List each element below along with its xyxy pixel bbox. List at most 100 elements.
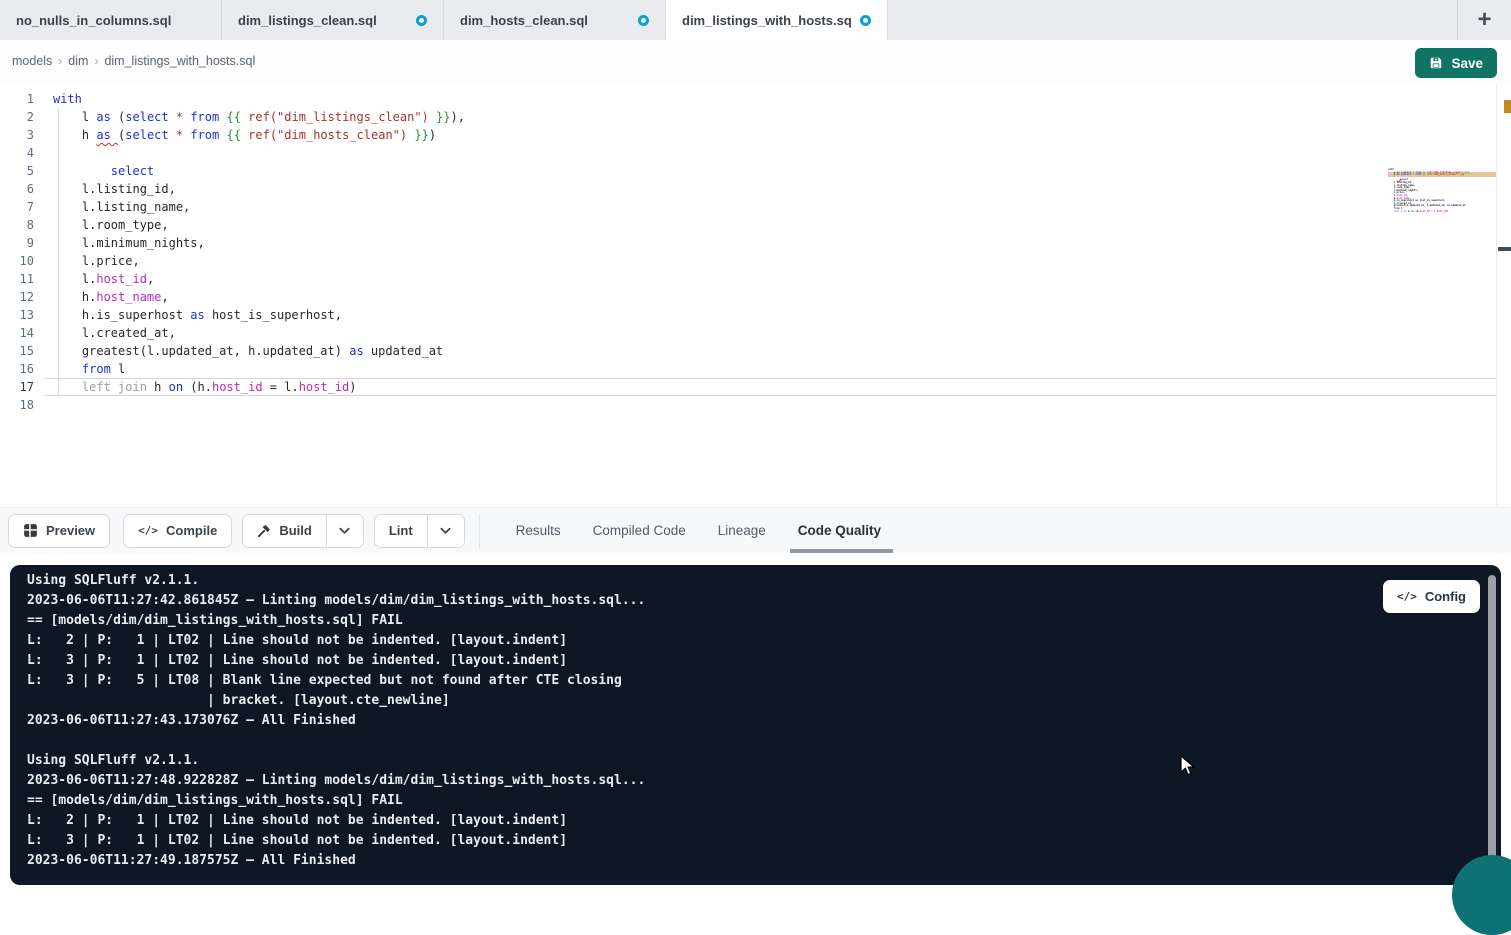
code-line[interactable]: 17 left join h on (h.host_id = l.host_id…: [0, 378, 1511, 396]
lint-button-label: Lint: [389, 523, 413, 538]
build-button-group: Build: [242, 514, 364, 548]
terminal-output: Using SQLFluff v2.1.1.2023-06-06T11:27:4…: [27, 571, 1461, 885]
terminal-line: L: 3 | P: 5 | LT08 | Blank line expected…: [27, 671, 1461, 691]
line-number: 10: [0, 252, 34, 270]
code-line-text: l.created_at,: [53, 324, 176, 342]
code-line-text: from l: [53, 360, 125, 378]
config-button-label: Config: [1425, 589, 1466, 604]
toolbar-divider: [479, 514, 480, 548]
tab-compiled-code[interactable]: Compiled Code: [593, 508, 686, 554]
editor-minimap[interactable]: with l as (select * from {{ ref("dim_lis…: [1388, 169, 1496, 219]
line-number: 12: [0, 288, 34, 306]
terminal-scrollbar[interactable]: [1488, 575, 1496, 860]
lint-warning-marker: [1504, 100, 1511, 113]
code-line-text: h as (select * from {{ ref("dim_hosts_cl…: [53, 126, 436, 144]
chevron-down-icon: [439, 524, 452, 537]
code-line[interactable]: 10 l.price,: [0, 252, 1511, 270]
terminal-line: 2023-06-06T11:27:49.187575Z — All Finish…: [27, 851, 1461, 871]
terminal-line: 2023-06-06T11:27:48.922828Z — Linting mo…: [27, 771, 1461, 791]
code-line-text: l.listing_name,: [53, 198, 190, 216]
code-line[interactable]: 11 l.host_id,: [0, 270, 1511, 288]
terminal-line: == [models/dim/dim_listings_with_hosts.s…: [27, 611, 1461, 631]
tab-lineage[interactable]: Lineage: [718, 508, 766, 554]
editor-tab[interactable]: dim_listings_clean.sql: [222, 0, 444, 40]
breadcrumb-item[interactable]: dim_listings_with_hosts.sql: [104, 54, 255, 68]
lint-output-terminal: Using SQLFluff v2.1.1.2023-06-06T11:27:4…: [10, 565, 1501, 885]
editor-tab-label: no_nulls_in_columns.sql: [16, 13, 171, 28]
lint-dropdown-button[interactable]: [427, 515, 464, 547]
code-editor[interactable]: 1with2 l as (select * from {{ ref("dim_l…: [0, 85, 1511, 507]
terminal-line: [27, 731, 1461, 751]
new-tab-button[interactable]: +: [1457, 0, 1511, 40]
preview-button[interactable]: Preview: [8, 514, 110, 548]
code-line[interactable]: 7 l.listing_name,: [0, 198, 1511, 216]
code-icon: </>: [138, 524, 158, 537]
code-line[interactable]: 6 l.listing_id,: [0, 180, 1511, 198]
editor-tab[interactable]: no_nulls_in_columns.sql: [0, 0, 222, 40]
code-line[interactable]: 9 l.minimum_nights,: [0, 234, 1511, 252]
tab-results[interactable]: Results: [516, 508, 561, 554]
code-line[interactable]: 4: [0, 144, 1511, 162]
save-button[interactable]: Save: [1415, 48, 1497, 78]
terminal-line: 2023-06-06T11:27:43.173076Z — All Finish…: [27, 711, 1461, 731]
code-line-text: l.host_id,: [53, 270, 154, 288]
code-line[interactable]: 16 from l: [0, 360, 1511, 378]
line-number: 11: [0, 270, 34, 288]
code-line[interactable]: 3 h as (select * from {{ ref("dim_hosts_…: [0, 126, 1511, 144]
code-line[interactable]: 2 l as (select * from {{ ref("dim_listin…: [0, 108, 1511, 126]
build-button-label: Build: [279, 523, 312, 538]
code-line-text: greatest(l.updated_at, h.updated_at) as …: [53, 342, 443, 360]
code-line-text: l.room_type,: [53, 216, 169, 234]
line-number: 1: [0, 90, 34, 108]
line-number: 8: [0, 216, 34, 234]
compile-button[interactable]: </> Compile: [123, 514, 232, 548]
chevron-right-icon: ›: [94, 54, 98, 68]
editor-tab-strip: no_nulls_in_columns.sql dim_listings_clea…: [0, 0, 1511, 40]
breadcrumb-item[interactable]: models: [12, 54, 52, 68]
code-line-text: l.price,: [53, 252, 140, 270]
terminal-line: L: 2 | P: 1 | LT02 | Line should not be …: [27, 631, 1461, 651]
code-line-text: left join h on (h.host_id = l.host_id): [53, 378, 357, 396]
code-icon: </>: [1397, 590, 1417, 603]
tab-code-quality[interactable]: Code Quality: [798, 508, 881, 554]
code-line-text: h.host_name,: [53, 288, 169, 306]
code-line-text: h.is_superhost as host_is_superhost,: [53, 306, 342, 324]
line-number: 9: [0, 234, 34, 252]
line-number: 13: [0, 306, 34, 324]
terminal-line: L: 3 | P: 1 | LT02 | Line should not be …: [27, 651, 1461, 671]
line-number: 17: [0, 378, 34, 396]
build-button[interactable]: Build: [243, 515, 326, 547]
modified-dot-icon: [860, 15, 871, 26]
breadcrumb-item[interactable]: dim: [68, 54, 88, 68]
line-number: 6: [0, 180, 34, 198]
code-line[interactable]: 18: [0, 396, 1511, 414]
editor-tab-label: dim_listings_with_hosts.sql: [682, 13, 852, 28]
code-line-text: l.minimum_nights,: [53, 234, 205, 252]
code-line-text: with: [53, 90, 82, 108]
line-number: 2: [0, 108, 34, 126]
breadcrumb: models›dim›dim_listings_with_hosts.sql: [12, 54, 255, 68]
result-tab-bar: Results Compiled Code Lineage Code Quality: [516, 508, 881, 554]
code-line[interactable]: 14 l.created_at,: [0, 324, 1511, 342]
terminal-line: L: 2 | P: 1 | LT02 | Line should not be …: [27, 811, 1461, 831]
chevron-down-icon: [338, 524, 351, 537]
grid-icon: [23, 523, 38, 538]
code-line-text: l as (select * from {{ ref("dim_listings…: [53, 108, 465, 126]
code-line[interactable]: 15 greatest(l.updated_at, h.updated_at) …: [0, 342, 1511, 360]
code-line[interactable]: 1 with: [0, 90, 1511, 108]
code-line[interactable]: 8 l.room_type,: [0, 216, 1511, 234]
code-line[interactable]: 12 h.host_name,: [0, 288, 1511, 306]
code-line[interactable]: 5 select: [0, 162, 1511, 180]
build-dropdown-button[interactable]: [326, 515, 363, 547]
config-button[interactable]: </> Config: [1383, 580, 1480, 613]
line-number: 7: [0, 198, 34, 216]
terminal-line: | bracket. [layout.cte_newline]: [27, 691, 1461, 711]
line-number: 5: [0, 162, 34, 180]
code-line[interactable]: 13 h.is_superhost as host_is_superhost,: [0, 306, 1511, 324]
editor-tab[interactable]: dim_listings_with_hosts.sql: [666, 0, 888, 40]
terminal-line: 2023-06-06T11:27:42.861845Z — Linting mo…: [27, 591, 1461, 611]
lint-button[interactable]: Lint: [375, 515, 427, 547]
editor-tab[interactable]: dim_hosts_clean.sql: [444, 0, 666, 40]
editor-tab-label: dim_hosts_clean.sql: [460, 13, 588, 28]
floppy-icon: [1429, 56, 1443, 70]
